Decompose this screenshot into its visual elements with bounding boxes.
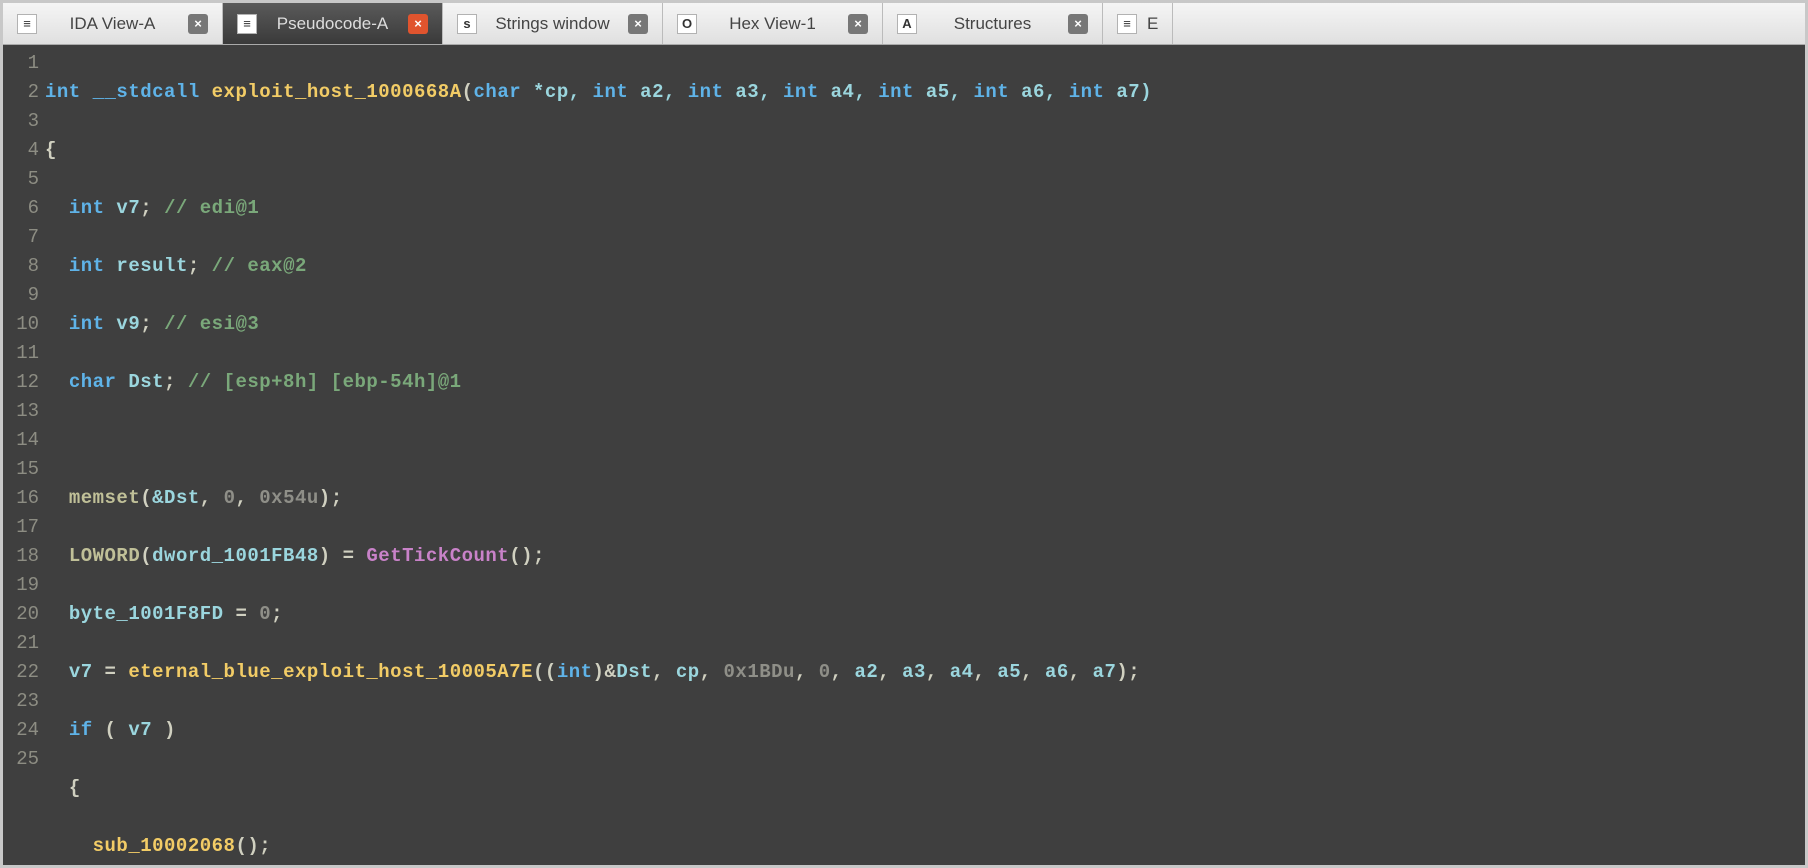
line-number: 7	[3, 223, 39, 252]
line-number: 9	[3, 281, 39, 310]
code-line: memset(&Dst, 0, 0x54u);	[45, 484, 1805, 513]
line-number: 23	[3, 687, 39, 716]
line-number: 22	[3, 658, 39, 687]
close-icon[interactable]: ×	[188, 14, 208, 34]
tab-label: Hex View-1	[707, 14, 838, 34]
tab-label: Strings window	[487, 14, 618, 34]
line-number: 14	[3, 426, 39, 455]
tab-structures[interactable]: A Structures ×	[883, 3, 1103, 44]
close-icon[interactable]: ×	[848, 14, 868, 34]
line-number: 11	[3, 339, 39, 368]
ida-window: ≡ IDA View-A × ≡ Pseudocode-A × s String…	[0, 0, 1808, 868]
code-line: byte_1001F8FD = 0;	[45, 600, 1805, 629]
tab-strings-window[interactable]: s Strings window ×	[443, 3, 663, 44]
tab-label: IDA View-A	[47, 14, 178, 34]
tab-extra[interactable]: ≡ E	[1103, 3, 1173, 44]
tab-pseudocode-a[interactable]: ≡ Pseudocode-A ×	[223, 3, 443, 44]
line-number: 3	[3, 107, 39, 136]
code-line: {	[45, 774, 1805, 803]
close-icon[interactable]: ×	[1068, 14, 1088, 34]
line-gutter: 1 2 3 4 5 6 7 8 9 10 11 12 13 14 15 16 1…	[3, 49, 45, 865]
line-number: 15	[3, 455, 39, 484]
line-number: 1	[3, 49, 39, 78]
hex-icon: O	[677, 14, 697, 34]
document-icon: ≡	[17, 14, 37, 34]
line-number: 8	[3, 252, 39, 281]
line-number: 12	[3, 368, 39, 397]
code-editor[interactable]: 1 2 3 4 5 6 7 8 9 10 11 12 13 14 15 16 1…	[3, 45, 1805, 865]
tab-hex-view-1[interactable]: O Hex View-1 ×	[663, 3, 883, 44]
line-number: 20	[3, 600, 39, 629]
code-line	[45, 426, 1805, 455]
code-line: {	[45, 136, 1805, 165]
code-line: int v9; // esi@3	[45, 310, 1805, 339]
line-number: 4	[3, 136, 39, 165]
line-number: 5	[3, 165, 39, 194]
close-icon[interactable]: ×	[628, 14, 648, 34]
line-number: 16	[3, 484, 39, 513]
line-number: 6	[3, 194, 39, 223]
tab-label: Structures	[927, 14, 1058, 34]
line-number: 19	[3, 571, 39, 600]
line-number: 21	[3, 629, 39, 658]
code-line: if ( v7 )	[45, 716, 1805, 745]
code-line: int __stdcall exploit_host_1000668A(char…	[45, 78, 1805, 107]
tab-bar: ≡ IDA View-A × ≡ Pseudocode-A × s String…	[3, 3, 1805, 45]
code-line: int result; // eax@2	[45, 252, 1805, 281]
list-icon: ≡	[1117, 14, 1137, 34]
tab-ida-view-a[interactable]: ≡ IDA View-A ×	[3, 3, 223, 44]
line-number: 2	[3, 78, 39, 107]
code-line: int v7; // edi@1	[45, 194, 1805, 223]
line-number: 25	[3, 745, 39, 774]
code-line: sub_10002068();	[45, 832, 1805, 861]
close-icon[interactable]: ×	[408, 14, 428, 34]
line-number: 10	[3, 310, 39, 339]
line-number: 24	[3, 716, 39, 745]
tab-label: Pseudocode-A	[267, 14, 398, 34]
line-number: 13	[3, 397, 39, 426]
line-number: 17	[3, 513, 39, 542]
code-content[interactable]: int __stdcall exploit_host_1000668A(char…	[45, 49, 1805, 865]
tab-label: E	[1147, 14, 1158, 34]
line-number: 18	[3, 542, 39, 571]
code-line: char Dst; // [esp+8h] [ebp-54h]@1	[45, 368, 1805, 397]
code-line: LOWORD(dword_1001FB48) = GetTickCount();	[45, 542, 1805, 571]
code-line: v7 = eternal_blue_exploit_host_10005A7E(…	[45, 658, 1805, 687]
strings-icon: s	[457, 14, 477, 34]
document-icon: ≡	[237, 14, 257, 34]
struct-icon: A	[897, 14, 917, 34]
